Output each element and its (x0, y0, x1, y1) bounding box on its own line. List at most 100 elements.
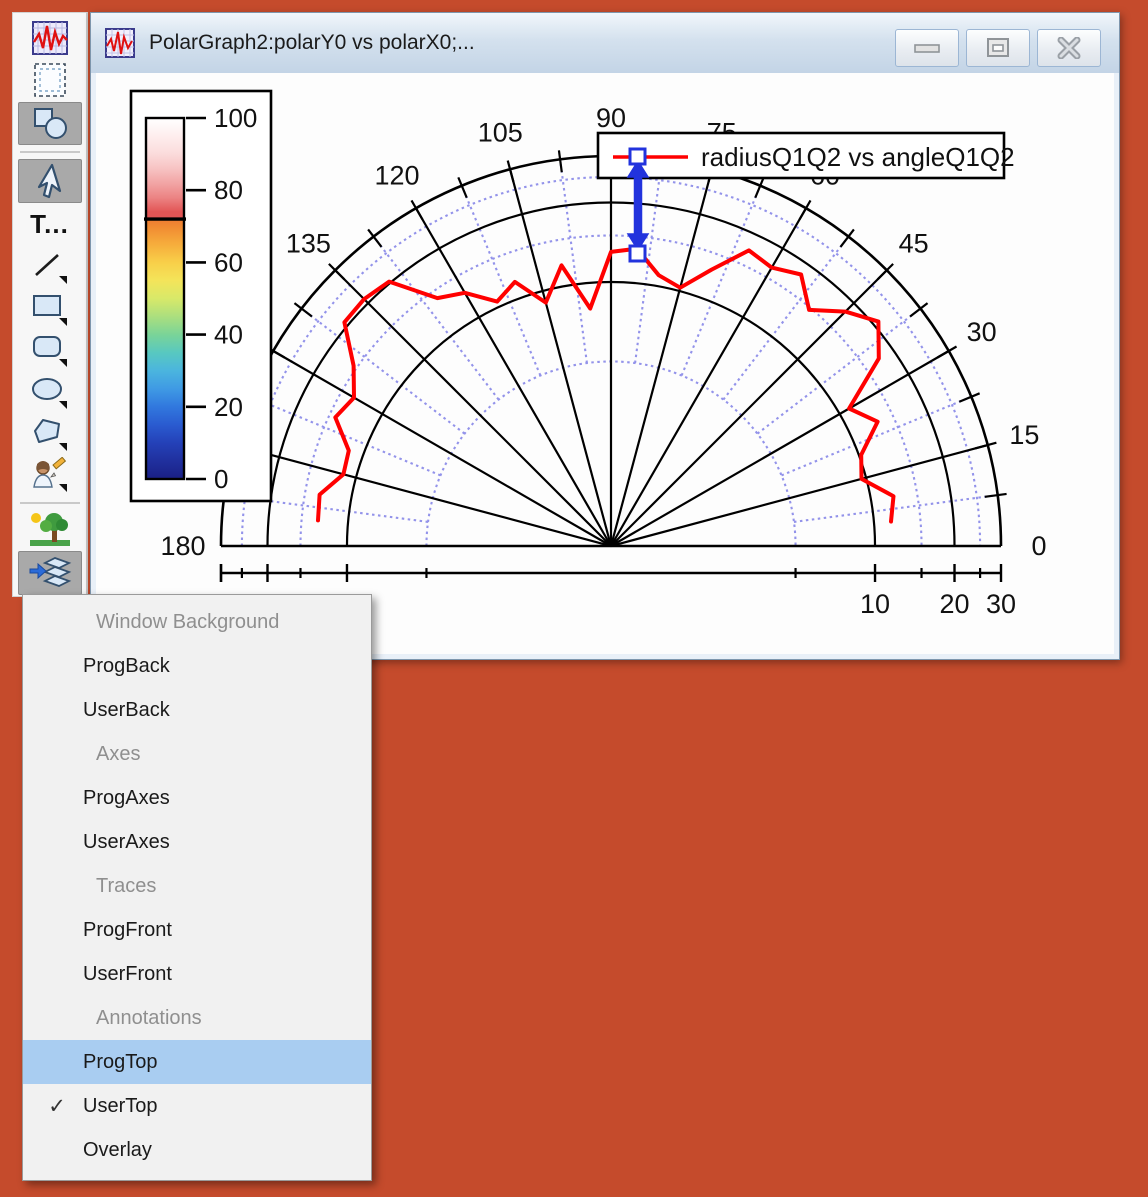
minimize-icon (912, 40, 942, 56)
checkmark-icon: ✓ (39, 1094, 75, 1119)
rectangle-tool[interactable] (22, 289, 78, 329)
rounded-rect-tool[interactable] (22, 330, 78, 370)
menu-item-label: UserAxes (83, 831, 170, 854)
line-tool[interactable] (22, 247, 78, 287)
spoke-line (273, 351, 611, 546)
shapes-tool[interactable] (18, 102, 82, 146)
menu-item-useraxes[interactable]: UserAxes (23, 820, 371, 864)
colorbar-tick-label: 100 (214, 103, 257, 133)
minimize-button[interactable] (895, 29, 959, 67)
text-tool[interactable]: T... (22, 205, 78, 245)
polygon-icon (30, 416, 70, 452)
angle-label: 135 (286, 228, 331, 258)
colorbar-legend[interactable]: 0 20 40 60 80 100 (131, 91, 271, 501)
person-pencil-icon (30, 457, 70, 495)
menu-item-label: Annotations (96, 1007, 202, 1030)
menu-item-progback[interactable]: ProgBack (23, 644, 371, 688)
cursor-arrow-icon (30, 162, 70, 200)
colorbar-tick-label: 80 (214, 175, 243, 205)
legend-label: radiusQ1Q2 vs angleQ1Q2 (701, 142, 1015, 172)
colorbar-tick-label: 0 (214, 464, 228, 494)
rectangle-icon (30, 291, 70, 327)
angle-label: 45 (899, 228, 929, 258)
spoke-line (611, 169, 712, 546)
picture-tool[interactable] (22, 510, 78, 550)
menu-item-annotations: Annotations (23, 996, 371, 1040)
angle-label: 90 (596, 103, 626, 133)
minor-radial-gridline (462, 186, 541, 376)
spoke-line (416, 208, 611, 546)
window-controls (895, 29, 1101, 67)
line-icon (30, 249, 70, 285)
minor-radial-gridline (794, 495, 998, 522)
polar-grid (215, 147, 1006, 546)
angle-tick (985, 494, 1007, 497)
menu-item-label: UserTop (83, 1095, 157, 1118)
minor-radial-gridline (560, 159, 587, 363)
draw-person-tool[interactable] (22, 456, 78, 496)
tree-icon (28, 510, 72, 548)
scalebar-label: 20 (939, 589, 969, 619)
text-tool-label: T... (30, 209, 69, 240)
menu-item-label: Axes (96, 743, 140, 766)
menu-item-label: ProgFront (83, 919, 172, 942)
angle-label: 0 (1031, 531, 1046, 561)
polygon-tool[interactable] (22, 414, 78, 454)
colorbar-bar (146, 118, 184, 479)
page-select-tool[interactable] (22, 60, 78, 100)
angle-tick (975, 443, 996, 449)
tool-palette: T... (12, 12, 88, 597)
spoke-line (611, 351, 949, 546)
arrow-handle-top[interactable] (630, 149, 645, 164)
arrow-handle-bottom[interactable] (630, 246, 645, 261)
graph-content: 0153045607590105120135150165180102030 02… (91, 73, 1119, 659)
angle-label: 15 (1009, 420, 1039, 450)
title-bar[interactable]: PolarGraph2:polarY0 vs polarX0;... (91, 13, 1119, 74)
double-arrow-icon (628, 161, 648, 250)
angle-label: 30 (967, 317, 997, 347)
menu-item-overlay[interactable]: Overlay (23, 1128, 371, 1172)
angle-tick (559, 150, 562, 172)
menu-item-usertop[interactable]: ✓ UserTop (23, 1084, 371, 1128)
close-button[interactable] (1037, 29, 1101, 67)
desktop: { "colors": { "desktop_bg": "#c54b2c", "… (0, 0, 1148, 1197)
menu-item-label: ProgBack (83, 655, 170, 678)
angle-tick (878, 264, 894, 280)
menu-item-progaxes[interactable]: ProgAxes (23, 776, 371, 820)
layers-icon (27, 554, 73, 592)
layers-tool[interactable] (18, 551, 82, 595)
colorbar-tick-label: 20 (214, 392, 243, 422)
arrow-tool[interactable] (18, 159, 82, 203)
page-select-icon (30, 61, 70, 99)
menu-item-label: UserBack (83, 699, 170, 722)
angle-label: 120 (374, 160, 419, 190)
ellipse-tool[interactable] (22, 372, 78, 412)
polar-plot: 0153045607590105120135150165180102030 02… (101, 73, 1111, 656)
shapes-icon (29, 105, 71, 141)
menu-item-label: ProgAxes (83, 787, 170, 810)
angle-tick (508, 161, 514, 182)
menu-item-label: Window Background (96, 611, 279, 634)
graph-tool[interactable] (22, 18, 78, 58)
menu-item-window-background: Window Background (23, 600, 371, 644)
menu-item-label: ProgTop (83, 1051, 158, 1074)
colorbar-tick-label: 60 (214, 247, 243, 277)
toolbar-separator (20, 502, 80, 504)
menu-item-label: Traces (96, 875, 156, 898)
scalebar-label: 30 (986, 589, 1016, 619)
trace-legend[interactable]: radiusQ1Q2 vs angleQ1Q2 (598, 133, 1015, 178)
menu-item-label: Overlay (83, 1139, 152, 1162)
close-icon (1055, 37, 1083, 59)
restore-button[interactable] (966, 29, 1030, 67)
menu-item-userfront[interactable]: UserFront (23, 952, 371, 996)
minor-radial-gridline (781, 397, 971, 476)
window-title: PolarGraph2:polarY0 vs polarX0;... (149, 31, 475, 55)
graph-window: PolarGraph2:polarY0 vs polarX0;... (90, 12, 1120, 660)
menu-item-userback[interactable]: UserBack (23, 688, 371, 732)
menu-item-progtop[interactable]: ProgTop (23, 1040, 371, 1084)
spoke-line (611, 445, 988, 546)
toolbar-separator (20, 151, 80, 153)
menu-item-progfront[interactable]: ProgFront (23, 908, 371, 952)
layer-context-menu: Window Background ProgBack UserBack Axes Pro… (22, 594, 372, 1181)
colorbar-tick-label: 40 (214, 320, 243, 350)
